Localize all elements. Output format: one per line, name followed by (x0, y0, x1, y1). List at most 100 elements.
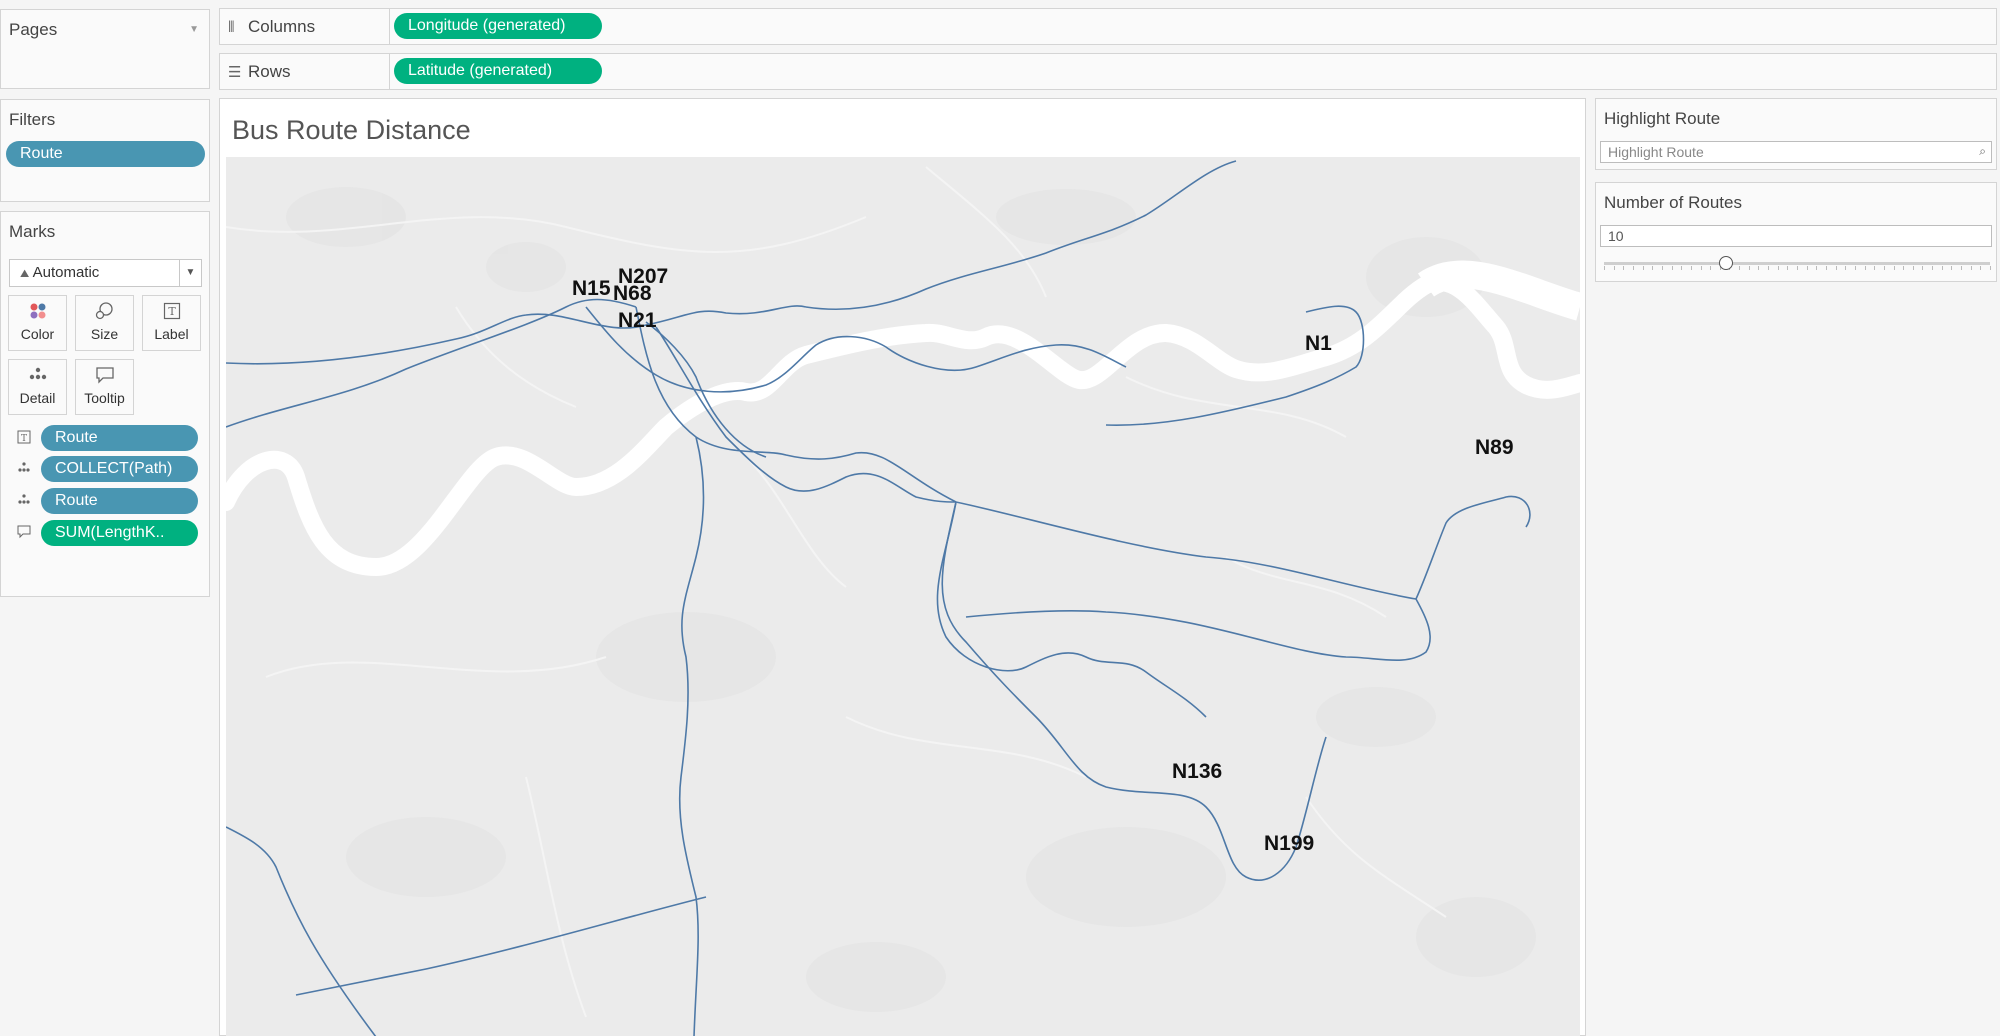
detail-icon (15, 493, 33, 508)
pages-title: Pages (9, 20, 58, 39)
rows-pill[interactable]: Latitude (generated) (394, 58, 602, 84)
mark-type-label: Automatic (32, 264, 100, 281)
color-label: Color (20, 326, 55, 342)
rows-shelf: ☰ Rows Latitude (generated) (219, 53, 1997, 90)
detail-button[interactable]: Detail (8, 359, 67, 415)
slider-tick (1787, 266, 1789, 270)
tooltip-icon (76, 360, 133, 390)
slider-tick (1864, 266, 1866, 270)
slider-tick (1980, 266, 1982, 270)
routes-slider-track[interactable] (1604, 262, 1991, 270)
route-label[interactable]: N199 (1264, 832, 1314, 855)
filter-pill-route[interactable]: Route (6, 141, 205, 167)
columns-label: Columns (248, 17, 316, 36)
route-map[interactable]: N15 N207 N68 N21 N1 N89 N136 N199 (226, 157, 1580, 1036)
label-label: Label (154, 326, 189, 342)
slider-tick (1883, 266, 1885, 270)
detail-label: Detail (19, 390, 56, 406)
route-path-n136 (936, 501, 1207, 718)
size-label: Size (90, 326, 119, 342)
rows-label: Rows (248, 62, 291, 81)
route-label[interactable]: N15 (572, 277, 611, 300)
tooltip-button[interactable]: Tooltip (75, 359, 134, 415)
label-button[interactable]: T Label (142, 295, 201, 351)
slider-tick (1613, 266, 1615, 270)
land-texture (286, 187, 1536, 1012)
tooltip-icon (15, 525, 33, 542)
chevron-down-icon: ▼ (179, 260, 201, 286)
number-of-routes-input[interactable]: 10 (1600, 225, 1992, 247)
slider-tick (1671, 266, 1673, 270)
tooltip-label: Tooltip (84, 390, 125, 406)
slider-tick (1893, 266, 1895, 270)
worksheet-title: Bus Route Distance (232, 115, 471, 145)
slider-tick (1604, 266, 1605, 270)
slider-tick (1739, 266, 1741, 270)
slider-tick (1623, 266, 1625, 270)
marks-field-row: COLLECT(Path) (15, 456, 200, 482)
slider-tick (1797, 266, 1798, 270)
highlight-route-input[interactable]: Highlight Route (1600, 141, 1992, 163)
route-label[interactable]: N136 (1172, 760, 1222, 783)
rows-icon: ☰ (228, 64, 242, 81)
slider-tick (1825, 266, 1827, 270)
slider-tick (1806, 266, 1808, 270)
columns-icon: ⦀ (228, 19, 235, 36)
text-icon: T (143, 296, 200, 326)
slider-tick (1661, 266, 1663, 270)
marks-title: Marks (9, 222, 56, 241)
marks-field-row: T Route (15, 425, 200, 451)
route-path-south-2 (295, 896, 707, 996)
bus-routes (226, 160, 1531, 1036)
filters-title: Filters (9, 110, 56, 129)
route-label[interactable]: N89 (1475, 436, 1514, 459)
columns-shelf-label: ⦀ Columns (220, 9, 390, 44)
slider-tick (1854, 266, 1856, 270)
slider-tick (1903, 266, 1905, 270)
route-path-n199 (941, 501, 1327, 881)
slider-tick (1845, 266, 1847, 270)
filters-card: Filters Route (0, 99, 210, 202)
slider-tick (1700, 266, 1702, 270)
highlight-route-card: Highlight Route Highlight Route ⌕ (1595, 98, 1997, 170)
marks-field-pill[interactable]: COLLECT(Path) (41, 456, 198, 482)
slider-tick (1632, 266, 1634, 270)
routes-slider-thumb[interactable] (1719, 256, 1733, 270)
search-icon[interactable]: ⌕ (1979, 144, 1986, 159)
marks-card: Marks ⛰ Automatic ▼ Color Size T Label D… (0, 211, 210, 597)
chevron-down-icon[interactable]: ▼ (189, 24, 199, 35)
slider-tick (1970, 266, 1972, 270)
slider-tick (1816, 266, 1818, 270)
slider-tick (1748, 266, 1750, 270)
marks-field-pill[interactable]: SUM(LengthK.. (41, 520, 198, 546)
mark-type-dropdown[interactable]: ⛰ Automatic ▼ (9, 259, 202, 287)
slider-tick (1922, 266, 1924, 270)
svg-text:T: T (21, 434, 27, 444)
color-button[interactable]: Color (8, 295, 67, 351)
detail-icon (9, 360, 66, 390)
route-label[interactable]: N68 (613, 282, 652, 305)
route-label[interactable]: N21 (618, 309, 657, 332)
slider-tick (1835, 266, 1837, 270)
route-path-n207 (226, 305, 807, 365)
size-button[interactable]: Size (75, 295, 134, 351)
highlight-route-title: Highlight Route (1604, 109, 1721, 128)
number-of-routes-title: Number of Routes (1604, 193, 1742, 212)
slider-tick (1758, 266, 1760, 270)
marks-field-pill[interactable]: Route (41, 425, 198, 451)
marks-field-pill[interactable]: Route (41, 488, 198, 514)
svg-text:T: T (168, 305, 176, 318)
slider-tick (1932, 266, 1934, 270)
map-svg: N15 N207 N68 N21 N1 N89 N136 N199 (226, 160, 1580, 1036)
route-path-south-1 (678, 436, 705, 1036)
route-label[interactable]: N1 (1305, 332, 1332, 355)
slider-tick (1912, 266, 1914, 270)
columns-pill[interactable]: Longitude (generated) (394, 13, 602, 39)
detail-icon (15, 461, 33, 476)
worksheet-view: Bus Route Distance N15 N207 N68 N21 N1 N… (219, 98, 1586, 1036)
route-path-n89 (965, 495, 1531, 662)
map-icon: ⛰ (20, 268, 30, 280)
rows-shelf-label: ☰ Rows (220, 54, 390, 89)
slider-tick (1710, 266, 1712, 270)
slider-tick (1652, 266, 1654, 270)
